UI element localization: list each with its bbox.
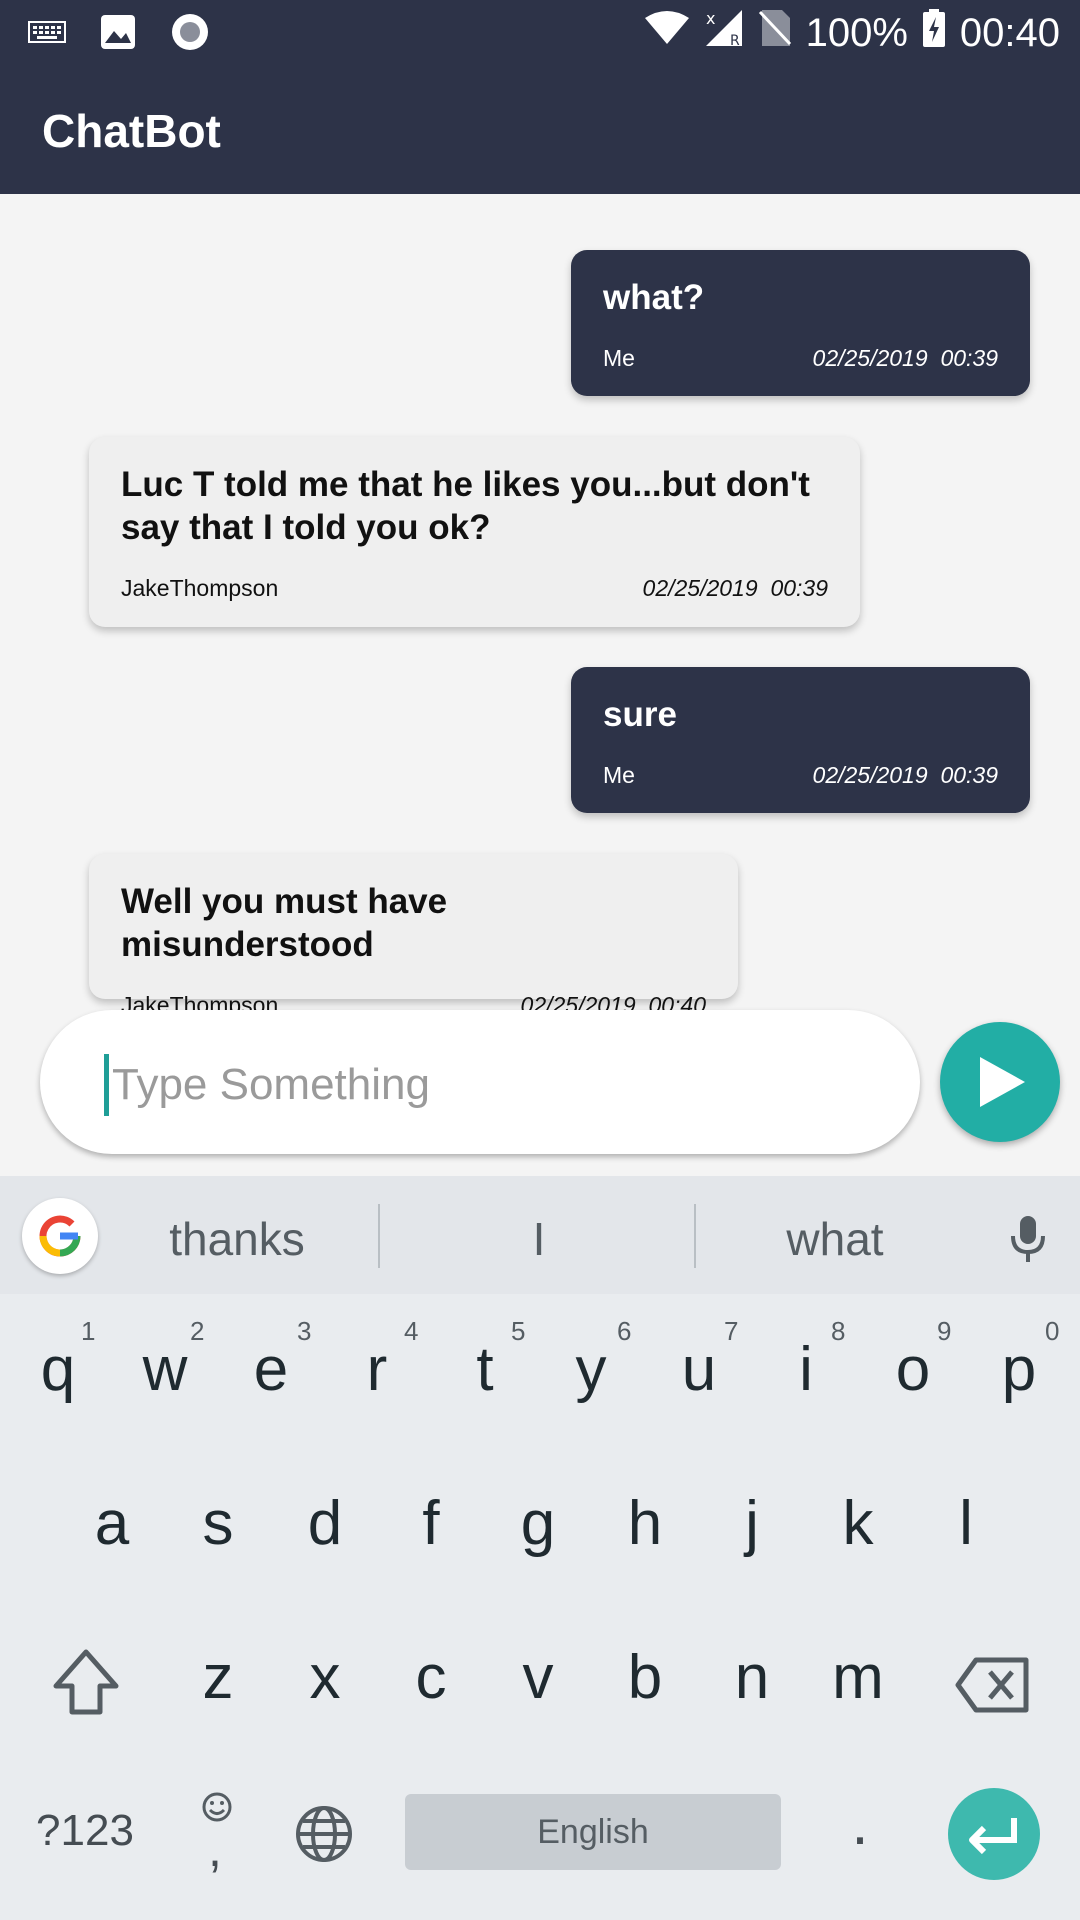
message-input[interactable]: Type Something [40, 1010, 920, 1154]
image-icon [100, 14, 136, 55]
message-text: what? [603, 278, 705, 317]
globe-key[interactable] [294, 1804, 354, 1864]
message-input-placeholder: Type Something [112, 1060, 430, 1109]
message-list[interactable]: what? Me 02/25/2019 00:39 Luc T told me … [0, 194, 1080, 1018]
message-sender: JakeThompson [121, 575, 279, 601]
app-title: ChatBot [42, 105, 221, 157]
enter-icon [969, 1818, 1017, 1855]
message-date: 02/25/2019 [812, 762, 928, 788]
message-bubble-sent[interactable]: sure Me 02/25/2019 00:39 [571, 667, 1030, 813]
send-icon [980, 1057, 1025, 1107]
signal-icon: xR [704, 8, 744, 58]
key-f[interactable]: f [381, 1488, 481, 1559]
enter-key[interactable] [948, 1788, 1040, 1880]
svg-text:x: x [706, 9, 715, 28]
key-m[interactable]: m [808, 1642, 908, 1713]
emoji-icon [202, 1792, 232, 1822]
comma-key-label: , [208, 1821, 222, 1877]
key-j[interactable]: j [702, 1488, 802, 1559]
key-x[interactable]: x [275, 1642, 375, 1713]
soft-keyboard: thanks I what q w e r t y u i o p 1 2 3 … [0, 1176, 1080, 1920]
key-hint-6: 6 [617, 1316, 632, 1346]
key-l[interactable]: l [916, 1488, 1016, 1559]
message-time: 00:39 [770, 575, 828, 601]
message-text: Luc T told me that he likes you...but do… [121, 465, 810, 547]
message-sender: Me [603, 345, 635, 371]
globe-icon [296, 1806, 352, 1862]
suggestion-3[interactable]: what [730, 1212, 940, 1266]
wifi-icon [644, 10, 690, 56]
microphone-icon[interactable] [1008, 1214, 1048, 1269]
backspace-icon [955, 1657, 1029, 1713]
period-key[interactable]: . [810, 1788, 910, 1859]
composer: Type Something [0, 1004, 1080, 1176]
suggestion-2[interactable]: I [434, 1212, 644, 1266]
key-s[interactable]: s [168, 1488, 268, 1559]
key-hint-5: 5 [511, 1316, 526, 1346]
shift-key[interactable] [44, 1642, 128, 1726]
key-hint-9: 9 [937, 1316, 952, 1346]
key-hint-1: 1 [81, 1316, 96, 1346]
key-d[interactable]: d [275, 1488, 375, 1559]
key-b[interactable]: b [595, 1642, 695, 1713]
battery-percent: 100% [805, 10, 908, 55]
key-a[interactable]: a [62, 1488, 162, 1559]
message-bubble-received[interactable]: Luc T told me that he likes you...but do… [89, 437, 860, 627]
message-time: 00:39 [940, 762, 998, 788]
space-key[interactable]: English [405, 1794, 781, 1870]
message-date: 02/25/2019 [642, 575, 758, 601]
message-time: 00:39 [940, 345, 998, 371]
backspace-key[interactable] [954, 1650, 1034, 1720]
clock: 00:40 [959, 10, 1060, 55]
key-hint-3: 3 [297, 1316, 312, 1346]
message-date: 02/25/2019 [812, 345, 928, 371]
key-hint-2: 2 [190, 1316, 205, 1346]
key-v[interactable]: v [488, 1642, 588, 1713]
suggestion-divider [378, 1204, 380, 1268]
record-icon [170, 12, 210, 57]
message-text: Well you must have misunderstood [121, 882, 448, 964]
key-z[interactable]: z [168, 1642, 268, 1713]
key-hint-0: 0 [1045, 1316, 1060, 1346]
battery-icon [922, 8, 946, 58]
key-n[interactable]: n [702, 1642, 802, 1713]
svg-text:R: R [730, 33, 740, 48]
message-bubble-received[interactable]: Well you must have misunderstood JakeTho… [89, 854, 738, 1018]
message-text: sure [603, 695, 677, 734]
suggestion-strip: thanks I what [0, 1176, 1080, 1294]
key-h[interactable]: h [595, 1488, 695, 1559]
status-bar: xR 100% 00:40 [0, 0, 1080, 64]
key-hint-7: 7 [724, 1316, 739, 1346]
message-sender: Me [603, 762, 635, 788]
no-sim-icon [758, 8, 792, 58]
key-hint-4: 4 [404, 1316, 419, 1346]
message-bubble-sent[interactable]: what? Me 02/25/2019 00:39 [571, 250, 1030, 396]
app-bar: ChatBot [0, 64, 1080, 194]
suggestion-divider [694, 1204, 696, 1268]
keyboard-icon [28, 19, 66, 50]
suggestion-1[interactable]: thanks [132, 1212, 342, 1266]
key-c[interactable]: c [381, 1642, 481, 1713]
emoji-comma-key[interactable]: , [190, 1790, 242, 1886]
shift-icon [53, 1649, 119, 1715]
key-g[interactable]: g [488, 1488, 588, 1559]
send-button[interactable] [940, 1022, 1060, 1142]
symbols-key[interactable]: ?123 [20, 1806, 150, 1856]
key-k[interactable]: k [808, 1488, 908, 1559]
key-hint-8: 8 [831, 1316, 846, 1346]
text-cursor [104, 1054, 109, 1116]
google-icon[interactable] [22, 1198, 98, 1274]
